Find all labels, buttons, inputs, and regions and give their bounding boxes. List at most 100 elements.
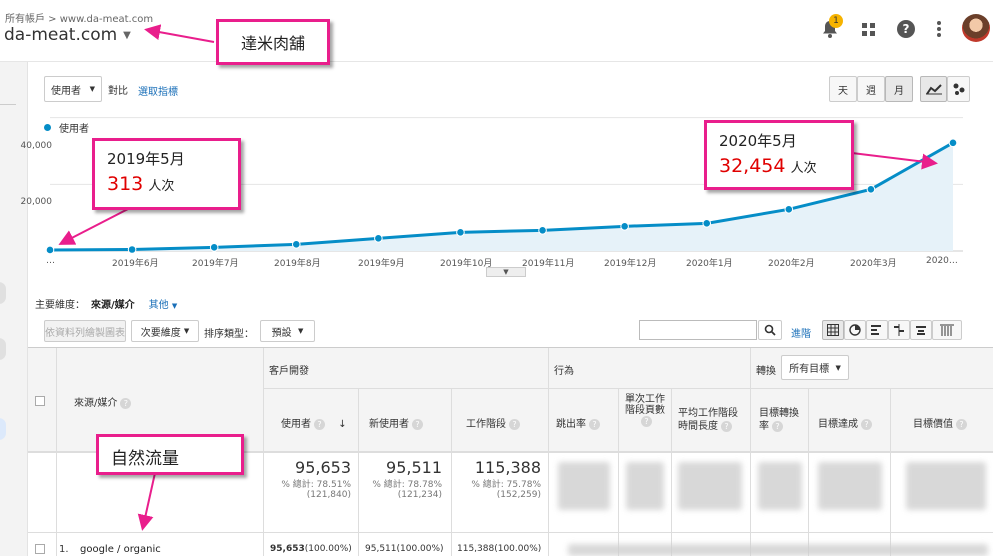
- users-total-cell: 95,653 % 總計: 78.51% (121,840): [263, 458, 351, 500]
- x-tick-label: 2019年7月: [192, 259, 239, 269]
- x-tick-label: 2020…: [926, 256, 958, 266]
- comparison-view-icon[interactable]: [888, 320, 910, 340]
- pie-view-icon[interactable]: [844, 320, 866, 340]
- x-tick-label: 2020年3月: [850, 259, 897, 269]
- primary-dimension-current: 來源/媒介: [91, 300, 135, 311]
- x-tick-label: 2019年9月: [358, 259, 405, 269]
- redacted-value: [678, 462, 742, 510]
- end-unit: 人次: [790, 161, 817, 176]
- x-tick-label: 2019年10月: [440, 259, 493, 269]
- data-point: [456, 228, 465, 237]
- more-vert-icon[interactable]: [936, 20, 942, 38]
- advanced-filter-link[interactable]: 進階: [791, 325, 811, 340]
- property-selector[interactable]: da-meat.com ▼: [4, 25, 131, 45]
- users-grand-total: (121,840): [306, 490, 351, 500]
- table-view-icon[interactable]: [822, 320, 844, 340]
- search-icon[interactable]: [758, 320, 782, 340]
- bounce-rate-column-header[interactable]: 跳出率?: [556, 415, 600, 430]
- data-point: [784, 205, 794, 214]
- row-index: 1.: [59, 544, 69, 555]
- start-unit: 人次: [148, 179, 175, 194]
- sessions-column-header[interactable]: 工作階段?: [466, 415, 520, 430]
- data-point: [209, 243, 219, 252]
- caret-down-icon: ▼: [123, 29, 131, 41]
- sidebar-nav-dot[interactable]: [0, 338, 6, 360]
- data-point: [291, 240, 301, 249]
- sidebar-nav-dot[interactable]: [0, 418, 6, 440]
- row-checkbox[interactable]: [35, 544, 45, 554]
- redacted-value: [558, 462, 610, 510]
- sessions-total-value: 115,388: [474, 458, 541, 477]
- select-all-checkbox[interactable]: [35, 396, 45, 406]
- site-name-callout: 達米肉舖: [216, 19, 330, 65]
- redacted-value: [906, 462, 986, 510]
- goal-select[interactable]: 所有目標 ▼: [781, 355, 849, 380]
- users-total-pct: % 總計: 78.51%: [281, 480, 351, 490]
- end-value-callout: 2020年5月 32,454 人次: [704, 120, 854, 190]
- data-point: [866, 185, 876, 194]
- data-point: [374, 234, 383, 243]
- secondary-dimension-select[interactable]: 次要維度 ▼: [131, 320, 199, 342]
- chart-collapse-handle[interactable]: ▼: [486, 267, 526, 277]
- behavior-group-header: 行為: [554, 366, 574, 377]
- goal-value-column-header[interactable]: 目標價值?: [913, 415, 967, 430]
- sessions-total-cell: 115,388 % 總計: 75.78% (152,259): [451, 458, 541, 500]
- pivot-view-icon[interactable]: [932, 320, 962, 340]
- x-tick-label: 2020年2月: [768, 259, 815, 269]
- plot-rows-button[interactable]: 依資料列繪製圖表: [44, 320, 126, 342]
- notification-badge: 1: [829, 14, 843, 28]
- x-tick-label: 2019年12月: [604, 259, 657, 269]
- data-point: [620, 222, 629, 231]
- sidebar-nav-dot[interactable]: [0, 282, 6, 304]
- start-value: 313: [107, 173, 144, 195]
- primary-dimension-row: 主要維度： 來源/媒介 其他 ▼: [35, 296, 177, 311]
- goal-conversion-rate-column-header[interactable]: 目標轉換率?: [759, 407, 803, 433]
- left-sidebar: [0, 62, 28, 556]
- apps-grid-icon[interactable]: [861, 22, 877, 38]
- start-value-callout: 2019年5月 313 人次: [92, 138, 241, 210]
- pages-per-session-column-header[interactable]: 單次工作階段頁數?: [624, 394, 666, 428]
- data-point: [948, 138, 958, 148]
- row-users-cell: 95,653(100.00%): [270, 544, 352, 554]
- bell-icon[interactable]: 1: [820, 14, 843, 40]
- acquisition-group-header: 客戶開發: [269, 366, 309, 377]
- x-tick-label: 2019年11月: [522, 259, 575, 269]
- end-date: 2020年5月: [719, 132, 797, 150]
- primary-dimension-label: 主要維度：: [35, 300, 85, 311]
- bar-view-icon[interactable]: [866, 320, 888, 340]
- sort-type-label: 排序類型：: [204, 329, 254, 340]
- property-name: da-meat.com: [4, 25, 118, 45]
- end-value: 32,454: [719, 155, 786, 177]
- data-point: [538, 226, 547, 235]
- start-date: 2019年5月: [107, 150, 185, 168]
- new-users-total-cell: 95,511 % 總計: 78.78% (121,234): [358, 458, 442, 500]
- avg-session-duration-column-header[interactable]: 平均工作階段時間長度?: [678, 407, 744, 433]
- users-column-header[interactable]: 使用者? ↓: [281, 415, 347, 430]
- new-users-total-pct: % 總計: 78.78%: [372, 480, 442, 490]
- x-tick-label: 2019年6月: [112, 259, 159, 269]
- breadcrumb[interactable]: 所有帳戶 > www.da-meat.com: [5, 10, 153, 25]
- redacted-value: [818, 462, 882, 510]
- x-tick-label: …: [46, 256, 55, 266]
- sessions-grand-total: (152,259): [496, 490, 541, 500]
- term-cloud-icon[interactable]: [910, 320, 932, 340]
- dimension-column-header[interactable]: 來源/媒介?: [74, 394, 132, 409]
- help-icon[interactable]: ?: [897, 20, 915, 38]
- other-dimension-link[interactable]: 其他 ▼: [149, 296, 178, 311]
- sort-type-select[interactable]: 預設 ▼: [260, 320, 315, 342]
- redacted-value: [758, 462, 802, 510]
- x-tick-label: 2020年1月: [686, 259, 733, 269]
- x-tick-label: 2019年8月: [274, 259, 321, 269]
- data-point: [702, 219, 712, 228]
- new-users-column-header[interactable]: 新使用者?: [369, 415, 423, 430]
- redacted-value: [568, 544, 988, 556]
- top-header: 所有帳戶 > www.da-meat.com da-meat.com ▼ 1 ?: [0, 0, 993, 62]
- row-source-link[interactable]: google / organic: [80, 544, 161, 555]
- redacted-value: [626, 462, 664, 510]
- table-search-input[interactable]: [639, 320, 757, 340]
- goal-completions-column-header[interactable]: 目標達成?: [818, 415, 872, 430]
- avatar[interactable]: [962, 14, 990, 42]
- sessions-total-pct: % 總計: 75.78%: [471, 480, 541, 490]
- data-point: [45, 245, 55, 255]
- row-new-users-cell: 95,511(100.00%): [365, 544, 444, 554]
